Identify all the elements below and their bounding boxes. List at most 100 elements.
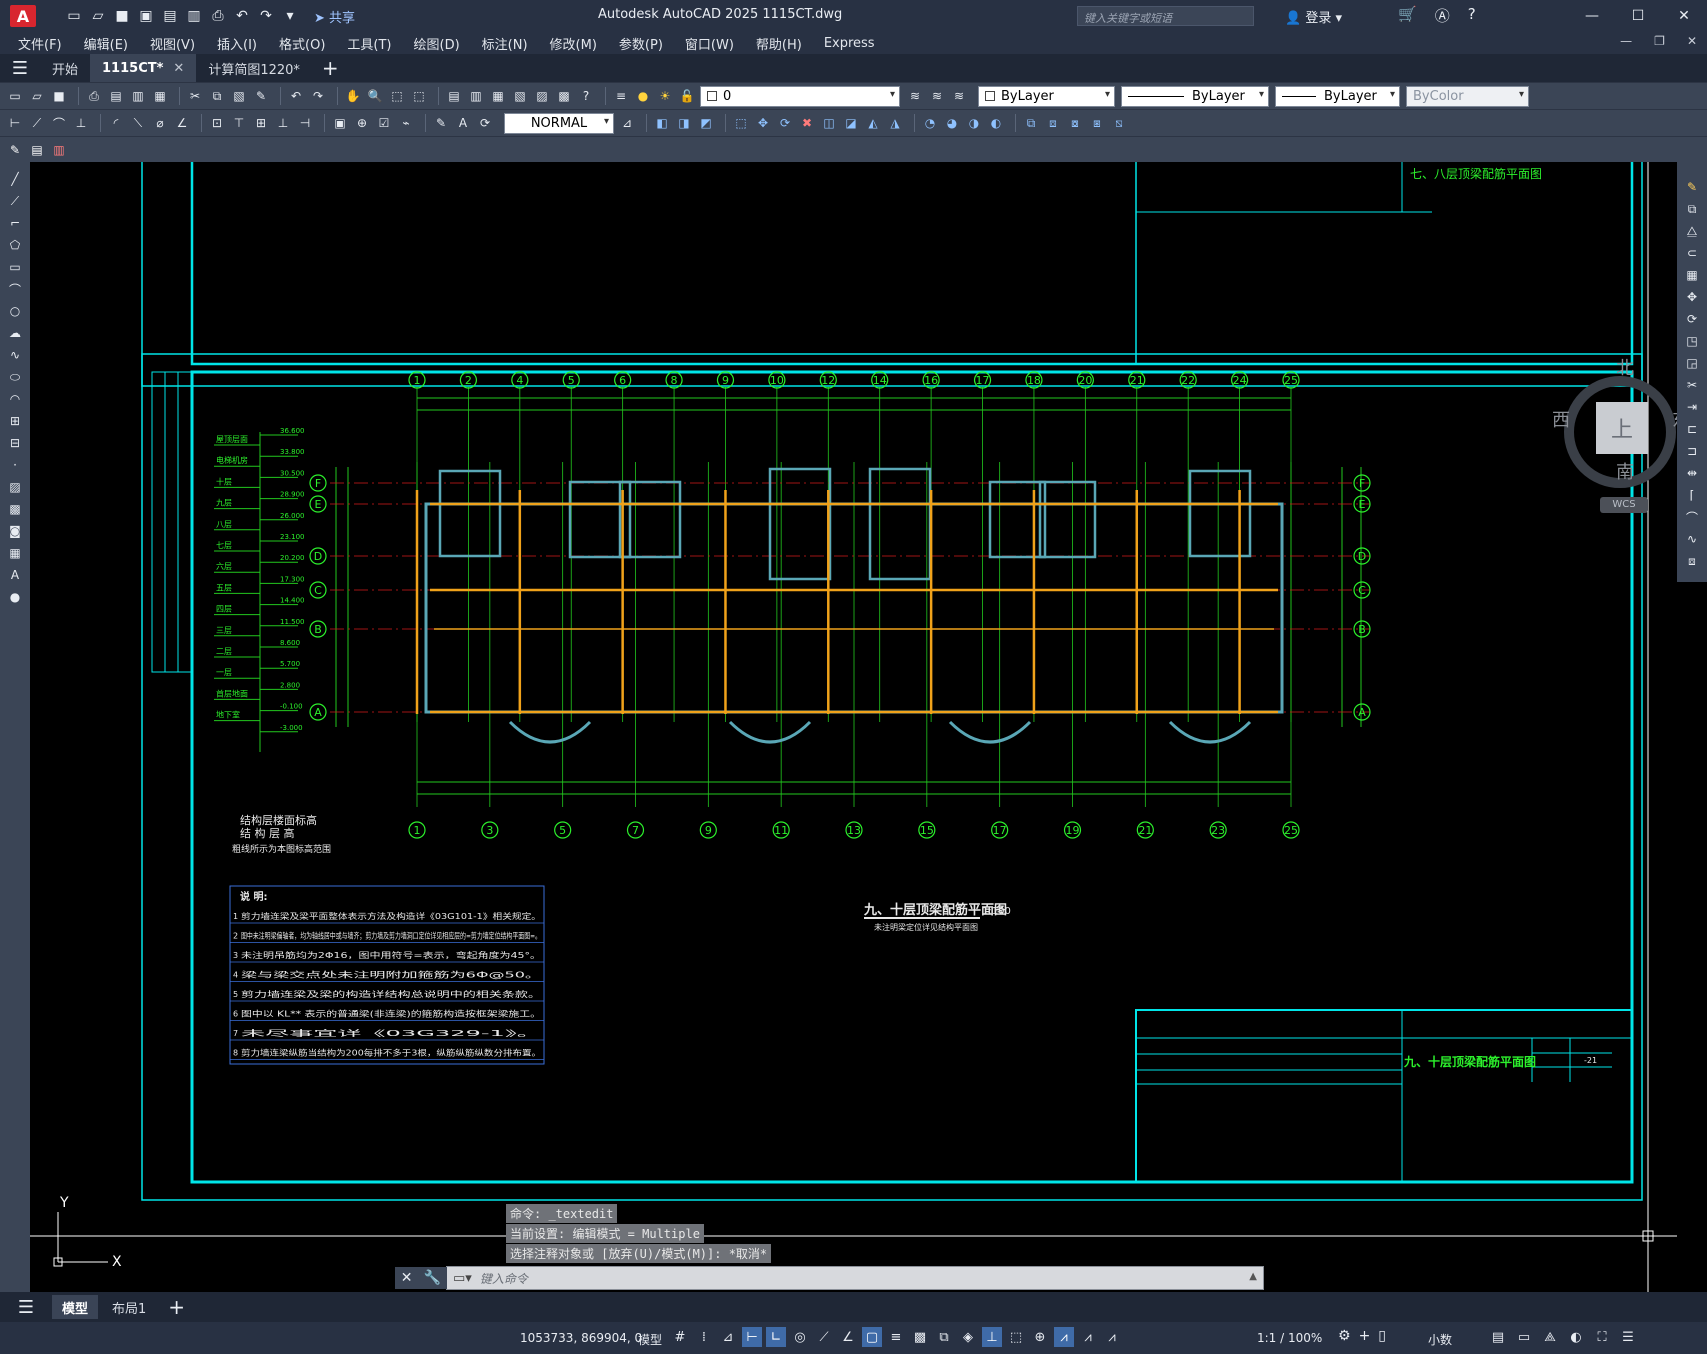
command-prompt-icon[interactable]: ▭▾ xyxy=(453,1271,472,1286)
maximize-icon[interactable]: ☐ xyxy=(1615,0,1661,32)
linear-dim-icon[interactable]: ⊢ xyxy=(6,114,24,132)
layer-lock-icon[interactable]: 🔓 xyxy=(678,87,696,105)
menu-edit[interactable]: 编辑(E) xyxy=(84,34,128,53)
menu-window[interactable]: 窗口(W) xyxy=(685,34,734,53)
command-line[interactable]: ✕ 🔧 ▭▾ 键入命令 ▲ xyxy=(395,1266,1264,1290)
drawing-canvas[interactable]: 七、八层顶梁配筋平面图 屋顶层面 电梯机房 十层 九层 八层 七层 六层 五层 四层 三层 二层 一层… xyxy=(30,162,1677,1292)
wcs-menu[interactable]: WCS xyxy=(1600,497,1648,513)
break-icon[interactable]: ⊐ xyxy=(1683,442,1701,460)
selection-filter-icon[interactable]: ⬚ xyxy=(1006,1327,1026,1347)
fillet-icon[interactable]: ◔ xyxy=(921,114,939,132)
customize-icon[interactable]: ▾ xyxy=(280,7,300,25)
arc-length-icon[interactable]: ⌒ xyxy=(50,114,68,132)
make-current-layer-icon[interactable]: ≋ xyxy=(906,87,924,105)
annotation-scale-dropdown[interactable]: 1:1 / 100% xyxy=(1257,1331,1322,1345)
customize-wrench-icon[interactable]: 🔧 xyxy=(424,1270,441,1286)
menu-dimension[interactable]: 标注(N) xyxy=(482,34,528,53)
dim-style-icon[interactable]: ⊿ xyxy=(618,114,636,132)
share-button[interactable]: ➤ 共享 xyxy=(314,7,355,26)
stretch-icon[interactable]: ◲ xyxy=(1683,354,1701,372)
doc-minimize-icon[interactable]: — xyxy=(1620,34,1632,48)
revision-cloud-icon[interactable]: ☁ xyxy=(6,324,24,342)
scale-icon[interactable]: ✖ xyxy=(798,114,816,132)
new-layout-icon[interactable]: + xyxy=(168,1295,185,1319)
rotate-icon[interactable]: ⟳ xyxy=(1683,310,1701,328)
sheet-set-icon[interactable]: ▧ xyxy=(511,87,529,105)
make-block-icon[interactable]: ⊟ xyxy=(6,434,24,452)
help-icon[interactable]: ? xyxy=(1468,5,1476,26)
workspace-gear-icon[interactable]: ⚙ xyxy=(1338,1328,1351,1344)
quick-calc-icon[interactable]: ▩ xyxy=(555,87,573,105)
3d-print-icon[interactable]: ▦ xyxy=(151,87,169,105)
linetype-dropdown[interactable]: ByLayer ▾ xyxy=(1121,85,1269,107)
circle-icon[interactable]: ○ xyxy=(6,302,24,320)
snap-icon[interactable]: ⁞ xyxy=(694,1327,714,1347)
layer-sun-icon[interactable]: ☀ xyxy=(656,87,674,105)
tab-calc-diagram[interactable]: 计算简图1220* xyxy=(196,54,312,82)
markup-icon[interactable]: ▨ xyxy=(533,87,551,105)
object-snap-icon[interactable]: ▢ xyxy=(862,1327,882,1347)
offset-icon[interactable]: ⊂ xyxy=(1683,244,1701,262)
new-file-icon[interactable]: ▭ xyxy=(64,7,84,25)
array-icon[interactable]: ⬚ xyxy=(732,114,750,132)
copy-obj-icon[interactable]: ◧ xyxy=(653,114,671,132)
undo-icon[interactable]: ↶ xyxy=(287,87,305,105)
erase-icon[interactable]: ✎ xyxy=(1683,178,1701,196)
fillet-icon[interactable]: ⌒ xyxy=(1683,508,1701,526)
tolerance-icon[interactable]: ▣ xyxy=(331,114,349,132)
close-icon[interactable]: ✕ xyxy=(401,1270,413,1286)
array-icon[interactable]: ▦ xyxy=(1683,266,1701,284)
break-at-point-icon[interactable]: ⊏ xyxy=(1683,420,1701,438)
angular-dim-icon[interactable]: ∠ xyxy=(173,114,191,132)
open-web-icon[interactable]: ▤ xyxy=(160,7,180,25)
open-file-icon[interactable]: ▱ xyxy=(88,7,108,25)
plotstyle-dropdown[interactable]: ByColor ▾ xyxy=(1406,85,1529,107)
spline-icon[interactable]: ∿ xyxy=(6,346,24,364)
lineweight-dropdown[interactable]: ByLayer ▾ xyxy=(1275,85,1400,107)
transparency-icon[interactable]: ▩ xyxy=(910,1327,930,1347)
selection-cycling-icon[interactable]: ⧉ xyxy=(934,1327,954,1347)
tool-palettes-icon[interactable]: ▦ xyxy=(489,87,507,105)
rectangle-icon[interactable]: ▭ xyxy=(6,258,24,276)
units-dropdown[interactable]: 小数 xyxy=(1428,1331,1452,1348)
lineweight-icon[interactable]: ≡ xyxy=(886,1327,906,1347)
minimize-icon[interactable]: — xyxy=(1569,0,1615,32)
infer-constraints-icon[interactable]: ⊿ xyxy=(718,1327,738,1347)
jogged-linear-icon[interactable]: ⌁ xyxy=(397,114,415,132)
new-icon[interactable]: ▭ xyxy=(6,87,24,105)
radius-dim-icon[interactable]: ◜ xyxy=(107,114,125,132)
copy-icon[interactable]: ⧉ xyxy=(208,87,226,105)
paste-icon[interactable]: ▧ xyxy=(230,87,248,105)
explode-icon[interactable]: ◐ xyxy=(987,114,1005,132)
file-tabs-menu-icon[interactable]: ☰ xyxy=(0,58,40,79)
menu-parametric[interactable]: 参数(P) xyxy=(619,34,663,53)
match-properties-icon[interactable]: ✎ xyxy=(252,87,270,105)
undo-icon[interactable]: ↶ xyxy=(232,7,252,25)
chamfer-icon[interactable]: ⌈ xyxy=(1683,486,1701,504)
layout-list-icon[interactable]: ☰ xyxy=(0,1297,52,1318)
menu-view[interactable]: 视图(V) xyxy=(150,34,195,53)
save-web-icon[interactable]: ▥ xyxy=(184,7,204,25)
diameter-dim-icon[interactable]: ⌀ xyxy=(151,114,169,132)
aligned-dim-icon[interactable]: ⟋ xyxy=(28,114,46,132)
redo-icon[interactable]: ↷ xyxy=(309,87,327,105)
lock-ui-icon[interactable]: ▭ xyxy=(1514,1327,1534,1347)
properties-icon[interactable]: ▤ xyxy=(445,87,463,105)
viewcube-top-face[interactable]: 上 xyxy=(1596,402,1648,454)
close-icon[interactable]: ✕ xyxy=(1661,0,1707,32)
dynamic-input-icon[interactable]: ⊢ xyxy=(742,1327,762,1347)
table-icon[interactable]: ▦ xyxy=(6,544,24,562)
inspect-icon[interactable]: ☑ xyxy=(375,114,393,132)
rotate-icon[interactable]: ⟳ xyxy=(776,114,794,132)
viewcube-west[interactable]: 西 xyxy=(1552,406,1570,432)
join-icon[interactable]: ⇹ xyxy=(1683,464,1701,482)
save-as-icon[interactable]: ▣ xyxy=(136,7,156,25)
blend-icon[interactable]: ◑ xyxy=(965,114,983,132)
arc-icon[interactable]: ⌒ xyxy=(6,280,24,298)
baseline-dim-icon[interactable]: ⊤ xyxy=(230,114,248,132)
edit-spline-icon[interactable]: ⧅ xyxy=(1110,114,1128,132)
move-icon[interactable]: ✥ xyxy=(754,114,772,132)
ellipse-arc-icon[interactable]: ◠ xyxy=(6,390,24,408)
login-button[interactable]: 👤 登录 ▾ xyxy=(1285,7,1342,26)
polygon-icon[interactable]: ⬠ xyxy=(6,236,24,254)
